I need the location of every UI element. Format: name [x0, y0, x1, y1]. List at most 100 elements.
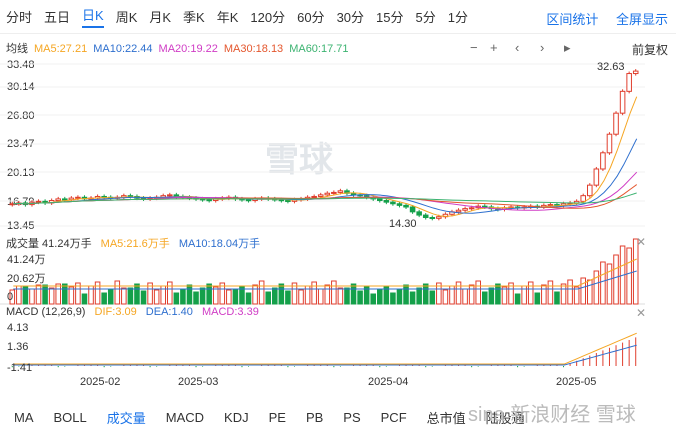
volume-bar	[580, 277, 586, 305]
macd-axis-bottom: -1.41	[7, 362, 33, 374]
volume-bar	[265, 291, 271, 305]
candle-body	[632, 70, 639, 75]
candle-body	[409, 206, 416, 213]
volume-bar	[468, 284, 475, 305]
volume-bar	[121, 287, 127, 305]
indicator-tab-5[interactable]: PE	[269, 410, 286, 425]
volume-bar	[475, 280, 481, 305]
candle-body	[331, 191, 337, 194]
sina-watermark: sina 新浪财经 雪球	[468, 404, 636, 426]
dea-line	[13, 344, 637, 366]
macd-title: MACD (12,26,9) DIF:3.09 DEA:1.40 MACD:3.…	[6, 306, 265, 318]
volume-bar	[245, 292, 252, 305]
candle-body	[613, 112, 619, 135]
volume-title: 成交量 41.24万手 MA5:21.6万手 MA10:18.04万手	[6, 235, 266, 251]
volume-bar	[534, 292, 541, 305]
volume-bar	[429, 290, 436, 305]
volume-bar	[488, 287, 495, 305]
close-macd-icon[interactable]: ✕	[636, 306, 646, 320]
volume-bar	[560, 283, 567, 305]
volume-ma10: MA10:18.04万手	[178, 238, 261, 250]
indicator-tab-4[interactable]: KDJ	[224, 410, 249, 425]
macd-axis-mid: 1.36	[7, 341, 29, 353]
candle-body	[324, 192, 331, 196]
volume-ma5: MA5:21.6万手	[100, 238, 170, 250]
volume-bar	[127, 287, 134, 305]
x-label: 2025-02	[80, 376, 121, 388]
candle-body	[206, 199, 212, 202]
volume-bar	[180, 288, 186, 305]
volume-bar	[107, 288, 114, 305]
volume-bar	[173, 292, 180, 305]
candle-body	[606, 133, 613, 154]
volume-bar	[587, 279, 593, 305]
volume-bar	[186, 284, 193, 305]
indicator-tab-0[interactable]: MA	[14, 410, 34, 425]
volume-bar	[206, 283, 212, 305]
volume-bar	[344, 287, 350, 305]
candle-body	[75, 196, 81, 199]
volume-bar	[272, 287, 278, 305]
volume-bar	[416, 287, 422, 305]
close-volume-icon[interactable]: ✕	[636, 235, 646, 249]
volume-bar	[422, 283, 429, 305]
macd-value: MACD:3.39	[201, 306, 259, 318]
volume-bar	[495, 283, 501, 305]
volume-bar	[94, 281, 101, 305]
volume-bar	[593, 270, 600, 305]
volume-bar	[501, 286, 508, 305]
volume-bar	[514, 293, 521, 305]
high-price-label: 32.63	[597, 61, 625, 73]
candle-body	[350, 192, 357, 196]
volume-bar	[232, 289, 239, 305]
x-label: 2025-05	[556, 376, 597, 388]
volume-bar	[396, 288, 403, 305]
candle-body	[278, 199, 285, 202]
indicator-tab-9[interactable]: 总市值	[427, 408, 466, 427]
candle-body	[593, 168, 600, 186]
candle-body	[317, 194, 324, 197]
ma-line	[13, 171, 638, 211]
volume-bar	[134, 283, 140, 305]
volume-total: 成交量 41.24万手	[6, 238, 92, 250]
volume-bar	[285, 290, 291, 305]
indicator-tab-7[interactable]: PS	[343, 410, 360, 425]
candle-body	[547, 204, 554, 207]
macd-params: MACD (12,26,9)	[6, 306, 86, 318]
volume-bar	[455, 281, 462, 305]
volume-bar	[606, 263, 613, 305]
candle-body	[468, 207, 475, 210]
volume-bar	[573, 286, 580, 305]
volume-bar	[442, 289, 449, 305]
volume-bar	[226, 289, 232, 305]
volume-bar	[331, 280, 337, 305]
candle-body	[580, 195, 586, 202]
indicator-tab-6[interactable]: PB	[306, 410, 323, 425]
volume-bar	[212, 286, 219, 305]
volume-bar	[278, 283, 285, 305]
volume-bar	[324, 284, 331, 305]
x-label: 2025-04	[368, 376, 409, 388]
volume-bar	[48, 287, 55, 305]
indicator-tab-8[interactable]: PCF	[381, 410, 407, 425]
volume-bar	[311, 281, 317, 305]
indicator-tab-2[interactable]: 成交量	[107, 408, 146, 427]
volume-bar	[29, 288, 35, 305]
low-price-label: 14.30	[389, 218, 417, 230]
volume-axis-mid: 20.62万	[7, 273, 46, 285]
volume-bar	[35, 284, 42, 305]
volume-bar	[462, 288, 468, 305]
macd-axis-top: 4.13	[7, 322, 29, 334]
volume-bar	[68, 286, 75, 305]
candle-body	[403, 204, 409, 208]
indicator-tab-1[interactable]: BOLL	[54, 410, 87, 425]
candle-body	[390, 201, 396, 205]
macd-dif: DIF:3.09	[94, 306, 137, 318]
volume-bar	[613, 254, 619, 305]
candle-body	[167, 194, 173, 197]
candle-body	[383, 200, 390, 203]
candle-body	[619, 90, 626, 114]
volume-bar	[600, 261, 606, 305]
volume-bar	[357, 290, 363, 305]
indicator-tab-3[interactable]: MACD	[166, 410, 204, 425]
